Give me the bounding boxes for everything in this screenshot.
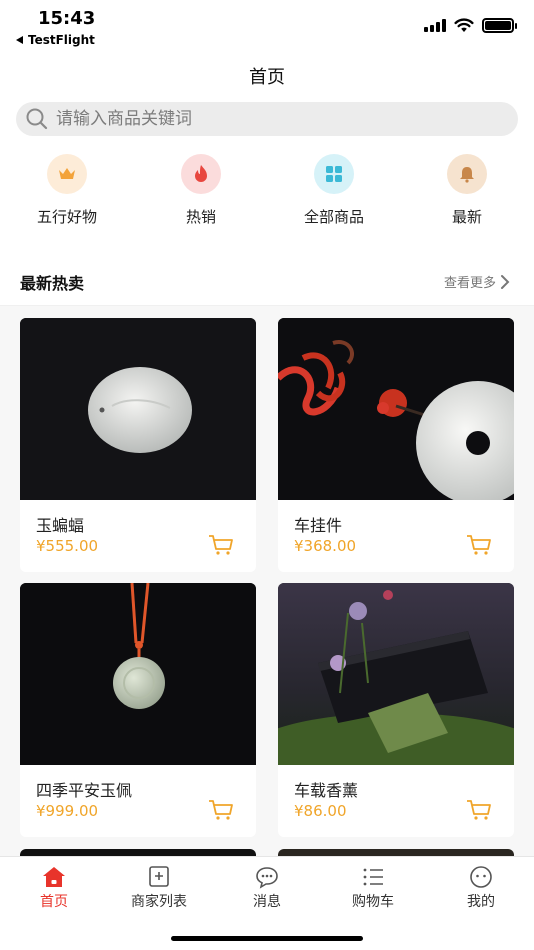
category-hot[interactable]: 热销 [146,154,256,227]
view-more-link[interactable]: 查看更多 [444,272,510,291]
product-image [278,318,514,500]
product-price: ¥999.00 [36,802,99,820]
add-to-cart-icon[interactable] [208,799,234,821]
add-to-cart-icon[interactable] [466,799,492,821]
product-image [278,583,514,765]
back-app-label: TestFlight [28,33,95,47]
tab-home[interactable]: 首页 [9,865,99,911]
tab-label: 首页 [40,894,68,910]
signal-icon [424,18,446,32]
tab-label: 商家列表 [131,894,187,910]
product-card[interactable]: 玉蝙蝠 ¥555.00 [20,318,256,572]
product-grid: 玉蝙蝠 ¥555.00 车挂件 ¥368.00 四季平安玉佩 ¥999.00 车… [0,306,534,856]
tab-store-list[interactable]: 商家列表 [114,865,204,911]
store-list-icon [149,866,169,887]
chevron-right-icon [501,274,510,289]
system-icons [424,16,517,34]
profile-icon [470,866,492,888]
product-card[interactable]: 四季平安玉佩 ¥999.00 [20,583,256,837]
grid-icon [314,154,354,194]
category-label: 五行好物 [36,208,97,226]
status-time: 15:43 [38,8,96,29]
home-indicator[interactable] [171,936,363,941]
tab-label: 购物车 [352,894,394,910]
category-row: 五行好物 热销 全部商品 最新 [0,154,534,234]
hot-section-header: 最新热卖 查看更多 [0,262,534,306]
add-to-cart-icon[interactable] [466,534,492,556]
product-name: 玉蝙蝠 [36,516,85,535]
cart-list-icon [363,868,383,886]
product-card[interactable]: 车载香薰 ¥86.00 [278,583,514,837]
back-to-testflight[interactable]: TestFlight [16,33,95,47]
bell-icon [447,154,487,194]
product-card-partial[interactable] [20,849,256,856]
tab-label: 消息 [253,894,281,910]
category-label: 全部商品 [303,208,364,226]
message-icon [256,867,278,889]
category-label: 热销 [185,208,216,226]
status-bar: 15:43 TestFlight [0,0,534,52]
home-icon [43,867,65,887]
search-input[interactable] [56,109,496,129]
wifi-icon [454,17,474,32]
section-title: 最新热卖 [20,274,85,293]
product-card[interactable]: 车挂件 ¥368.00 [278,318,514,572]
search-icon [26,108,48,130]
product-image [20,583,256,765]
battery-icon [482,17,517,33]
page-title: 首页 [249,67,285,88]
product-name: 车载香薰 [294,781,359,800]
category-all[interactable]: 全部商品 [279,154,389,227]
tab-profile[interactable]: 我的 [436,865,526,911]
crown-icon [47,154,87,194]
category-new[interactable]: 最新 [412,154,522,227]
search-bar[interactable] [16,102,518,136]
tab-cart[interactable]: 购物车 [328,865,418,911]
category-label: 最新 [451,208,482,226]
product-name: 车挂件 [294,516,343,535]
back-arrow-icon [16,36,23,44]
product-name: 四季平安玉佩 [36,781,133,800]
category-wuxing[interactable]: 五行好物 [12,154,122,227]
add-to-cart-icon[interactable] [208,534,234,556]
product-image [20,318,256,500]
tab-label: 我的 [467,894,495,910]
app-screen: 15:43 TestFlight 首页 请输入商品关键词 五行好物 热销 全部商… [0,0,534,950]
product-price: ¥555.00 [36,537,99,555]
tab-messages[interactable]: 消息 [222,865,312,911]
product-price: ¥368.00 [294,537,357,555]
view-more-label: 查看更多 [443,276,496,291]
product-card-partial[interactable] [278,849,514,856]
flame-icon [181,154,221,194]
product-price: ¥86.00 [294,802,347,820]
